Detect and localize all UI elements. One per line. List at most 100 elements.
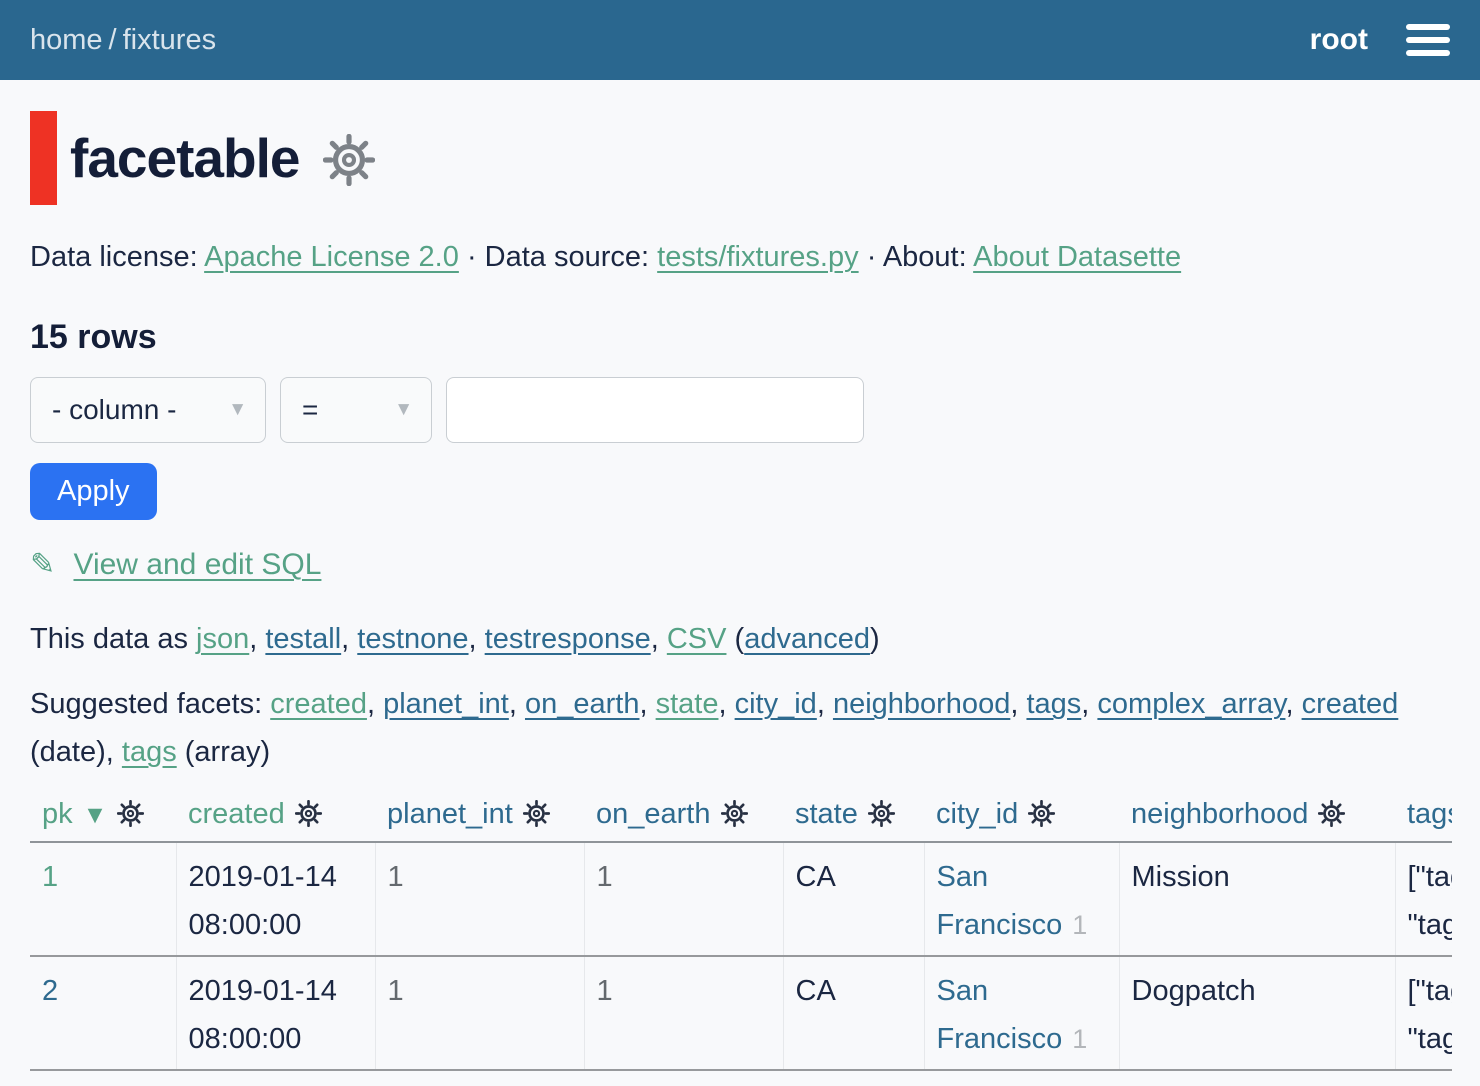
filter-value-input[interactable] [446,377,864,443]
breadcrumb-database[interactable]: fixtures [123,24,216,56]
export-link-testresponse[interactable]: testresponse [485,623,651,655]
top-nav: home/fixtures root [0,0,1480,80]
column-sort-link[interactable]: planet_int [387,798,513,830]
source-link[interactable]: tests/fixtures.py [657,241,858,273]
cell-neighborhood: Dogpatch [1119,956,1395,1070]
facet-link-complex_array[interactable]: complex_array [1097,688,1285,720]
cell-value: 2019-01-14 08:00:00 [189,861,337,941]
table-row: 22019-01-14 08:00:0011CASan Francisco1Do… [30,956,1452,1070]
text-separator: , [718,688,734,720]
facet-link-tags[interactable]: tags [122,736,177,768]
page-title: facetable [70,126,299,190]
cell-value: 1 [388,975,404,1007]
nav-right: root [1310,23,1450,57]
column-cog-icon[interactable] [295,800,322,827]
text-separator: , [651,623,667,655]
export-link-json[interactable]: json [196,623,249,655]
cell-city_id: San Francisco 1 [924,842,1119,956]
foreign-key-id: 1 [1072,1024,1087,1054]
sql-row: ✎ View and edit SQL [30,547,1452,582]
column-header-city_id: city_id [924,796,1119,842]
facets-prefix: Suggested facets: [30,688,262,720]
license-link[interactable]: Apache License 2.0 [204,241,459,273]
facet-link-city_id[interactable]: city_id [735,688,817,720]
text-suffix: (array) [177,736,270,768]
facet-link-on_earth[interactable]: on_earth [525,688,640,720]
logged-in-user[interactable]: root [1310,23,1368,57]
column-header-planet_int: planet_int [375,796,584,842]
facet-link-state[interactable]: state [656,688,719,720]
sort-desc-icon: ▼ [83,801,108,829]
chevron-down-icon: ▼ [228,399,247,421]
row-link[interactable]: San Francisco [937,861,1063,941]
column-sort-link[interactable]: on_earth [596,798,711,830]
table-row: 12019-01-14 08:00:0011CASan Francisco1Mi… [30,842,1452,956]
cell-created: 2019-01-14 08:00:00 [176,842,375,956]
column-sort-link[interactable]: pk [42,798,73,830]
cell-state: CA [783,842,924,956]
text-suffix: ) [870,623,880,655]
text-separator [262,688,270,720]
row-link[interactable]: 1 [42,861,58,893]
filter-row: - column - ▼ = ▼ [30,377,1452,443]
about-link[interactable]: About Datasette [973,241,1181,273]
cell-tags: ["tag1", "tag3"] [1395,956,1452,1070]
column-header-on_earth: on_earth [584,796,783,842]
table-settings-cog[interactable] [323,134,375,191]
export-prefix: This data as [30,623,188,655]
cell-pk: 2 [30,956,176,1070]
row-link[interactable]: 2 [42,975,58,1007]
row-link[interactable]: San Francisco [937,975,1063,1055]
column-sort-link[interactable]: neighborhood [1131,798,1308,830]
view-edit-sql-link[interactable]: View and edit SQL [73,548,321,581]
column-cog-icon[interactable] [117,800,144,827]
cell-tags: ["tag1", "tag2"] [1395,842,1452,956]
cell-on_earth: 1 [584,842,783,956]
text-separator: , [249,623,265,655]
menu-bar [1406,37,1450,43]
results-table: pk ▼ created planet_int on_earth state ci… [30,796,1452,1071]
column-header-created: created [176,796,375,842]
facet-link-created[interactable]: created [270,688,367,720]
menu-bar [1406,24,1450,30]
breadcrumb-home[interactable]: home [30,24,103,56]
facet-link-tags[interactable]: tags [1026,688,1081,720]
column-cog-icon[interactable] [721,800,748,827]
facet-link-neighborhood[interactable]: neighborhood [833,688,1010,720]
text-separator: , [639,688,655,720]
export-link-CSV[interactable]: CSV [667,623,727,655]
column-sort-link[interactable]: state [795,798,858,830]
column-sort-link[interactable]: tags [1407,798,1452,830]
separator-dot: · [467,241,477,273]
facet-link-created[interactable]: created [1302,688,1399,720]
facet-link-planet_int[interactable]: planet_int [383,688,509,720]
column-cog-icon[interactable] [1028,800,1055,827]
export-links-line: This data as json, testall, testnone, te… [30,623,1452,656]
column-sort-link[interactable]: created [188,798,285,830]
about-label: About: [883,241,967,273]
menu-icon[interactable] [1406,24,1450,56]
column-cog-icon[interactable] [1318,800,1345,827]
export-link-advanced[interactable]: advanced [744,623,870,655]
column-cog-icon[interactable] [523,800,550,827]
text-separator: ( [726,623,744,655]
column-header-state: state [783,796,924,842]
export-link-testall[interactable]: testall [265,623,341,655]
metadata-line: Data license: Apache License 2.0 · Data … [30,241,1452,274]
foreign-key-id: 1 [1072,910,1087,940]
separator-dot: · [867,241,877,273]
export-link-testnone[interactable]: testnone [357,623,468,655]
cell-value: ["tag1", "tag3"] [1408,975,1453,1055]
column-sort-link[interactable]: city_id [936,798,1018,830]
filter-column-select[interactable]: - column - ▼ [30,377,266,443]
cell-planet_int: 1 [375,842,584,956]
cell-on_earth: 1 [584,956,783,1070]
title-row: facetable [30,111,1452,205]
cell-value: Dogpatch [1132,975,1256,1007]
filter-operator-select[interactable]: = ▼ [280,377,432,443]
table-container: pk ▼ created planet_int on_earth state ci… [30,796,1452,1071]
apply-button[interactable]: Apply [30,463,157,520]
column-cog-icon[interactable] [868,800,895,827]
breadcrumb: home/fixtures [30,24,216,57]
cell-value: 1 [597,975,613,1007]
